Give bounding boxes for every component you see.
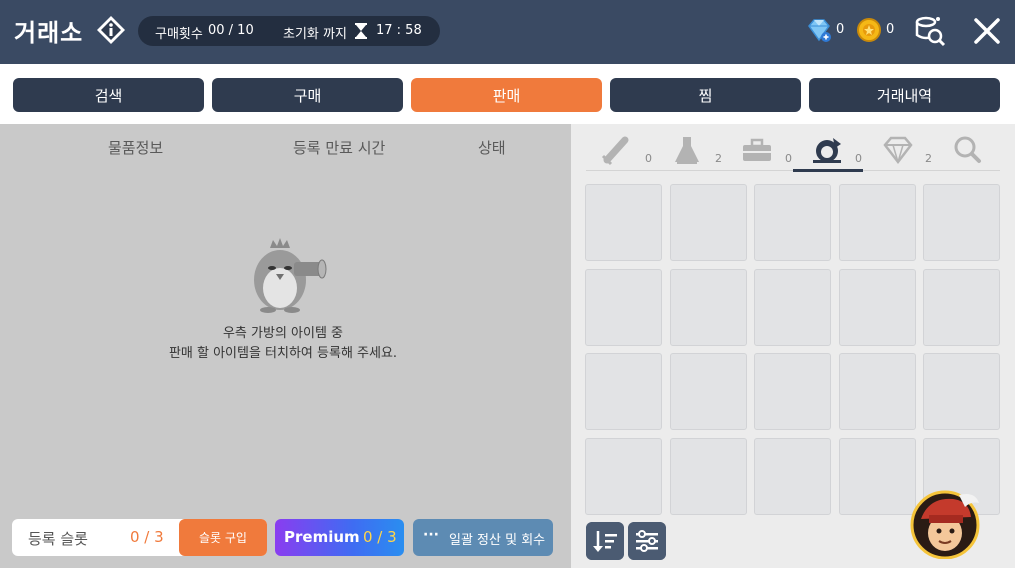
character-avatar-icon[interactable] <box>909 489 983 559</box>
active-category-indicator <box>793 169 863 172</box>
inventory-slot[interactable] <box>838 437 916 515</box>
coin-bag-search-icon[interactable] <box>912 13 946 47</box>
empty-instruction-line1: 우측 가방의 아이템 중 <box>222 326 344 341</box>
inventory-slot[interactable] <box>754 437 831 515</box>
tab-history[interactable]: 거래내역 <box>809 78 1000 112</box>
inventory-slot[interactable] <box>669 184 747 261</box>
inventory-slot[interactable] <box>838 353 916 430</box>
reset-label: 초기화 까지 <box>283 27 347 42</box>
tab-bar: 검색 구매 판매 찜 거래내역 <box>0 64 1015 124</box>
coin-icon <box>857 18 881 42</box>
toolbox-icon[interactable] <box>739 134 775 166</box>
info-icon[interactable] <box>96 15 126 45</box>
registration-slot-count: 0 / 3 <box>130 528 164 546</box>
column-expiry-time: 등록 만료 시간 <box>293 139 386 157</box>
premium-button[interactable]: Premium 0 / 3 <box>275 519 404 556</box>
inventory-slot[interactable] <box>923 184 1000 261</box>
inventory-slot[interactable] <box>923 268 1000 346</box>
inventory-slot[interactable] <box>923 353 1000 430</box>
tab-sell[interactable]: 판매 <box>411 78 602 112</box>
diamond-icon[interactable] <box>880 134 916 166</box>
potion-icon[interactable] <box>669 134 705 166</box>
premium-label: Premium <box>284 528 360 546</box>
bulk-settle-button[interactable]: ··· 일괄 정산 및 회수 <box>413 519 553 556</box>
inventory-slot[interactable] <box>585 268 662 346</box>
top-header: 거래소 구매횟수 00 / 10 초기화 까지 17 : 58 0 0 <box>0 0 1015 64</box>
inventory-slot[interactable] <box>669 353 747 430</box>
potion-count: 2 <box>715 152 722 165</box>
sell-list-panel: 물품정보 등록 만료 시간 상태 우측 가방의 아이템 중 판매 할 아이템을 … <box>0 124 571 568</box>
inventory-slot[interactable] <box>754 268 831 346</box>
inventory-slot[interactable] <box>585 437 662 515</box>
purchase-reset-pill: 구매횟수 00 / 10 초기화 까지 17 : 58 <box>138 16 440 46</box>
inventory-panel: 0 2 0 0 2 <box>571 124 1015 568</box>
diamond-count: 2 <box>925 152 932 165</box>
costume-count: 0 <box>855 152 862 165</box>
premium-count: 0 / 3 <box>363 528 397 546</box>
tab-wishlist[interactable]: 찜 <box>610 78 801 112</box>
column-item-info: 물품정보 <box>108 139 164 157</box>
inventory-slot[interactable] <box>585 353 662 430</box>
purchase-count-label: 구매횟수 <box>155 27 203 42</box>
hourglass-icon <box>355 23 367 39</box>
inventory-slot[interactable] <box>754 353 831 430</box>
inventory-grid <box>585 184 1001 516</box>
inventory-slot[interactable] <box>585 184 662 261</box>
column-status: 상태 <box>478 139 506 157</box>
empty-instruction-line2: 판매 할 아이템을 터치하여 등록해 주세요. <box>168 346 398 361</box>
empty-instruction: 우측 가방의 아이템 중 판매 할 아이템을 터치하여 등록해 주세요. <box>0 324 566 364</box>
inventory-slot[interactable] <box>754 184 831 261</box>
bulk-settle-label: 일괄 정산 및 회수 <box>449 533 546 548</box>
close-icon[interactable] <box>970 14 1004 48</box>
filter-settings-button[interactable] <box>628 522 666 560</box>
buy-slot-button[interactable]: 슬롯 구입 <box>179 519 267 556</box>
page-title: 거래소 <box>14 19 84 47</box>
inventory-slot[interactable] <box>669 268 747 346</box>
coin-count: 0 <box>886 22 895 37</box>
inventory-slot[interactable] <box>838 268 916 346</box>
sword-icon[interactable] <box>599 134 635 166</box>
registration-slot-label: 등록 슬롯 <box>28 530 88 548</box>
tab-buy[interactable]: 구매 <box>212 78 403 112</box>
more-dots-icon: ··· <box>423 527 439 543</box>
gem-plus-icon[interactable] <box>806 17 832 43</box>
search-icon[interactable] <box>949 134 985 166</box>
tab-search[interactable]: 검색 <box>13 78 204 112</box>
sort-button[interactable] <box>586 522 624 560</box>
purchase-count-value: 00 / 10 <box>208 23 254 38</box>
sword-count: 0 <box>645 152 652 165</box>
reset-time: 17 : 58 <box>376 23 422 38</box>
penguin-mascot-icon <box>254 238 327 313</box>
inventory-slot[interactable] <box>669 437 747 515</box>
inventory-slot[interactable] <box>838 184 916 261</box>
toolbox-count: 0 <box>785 152 792 165</box>
gem-count: 0 <box>836 22 845 37</box>
costume-icon[interactable] <box>809 134 845 166</box>
